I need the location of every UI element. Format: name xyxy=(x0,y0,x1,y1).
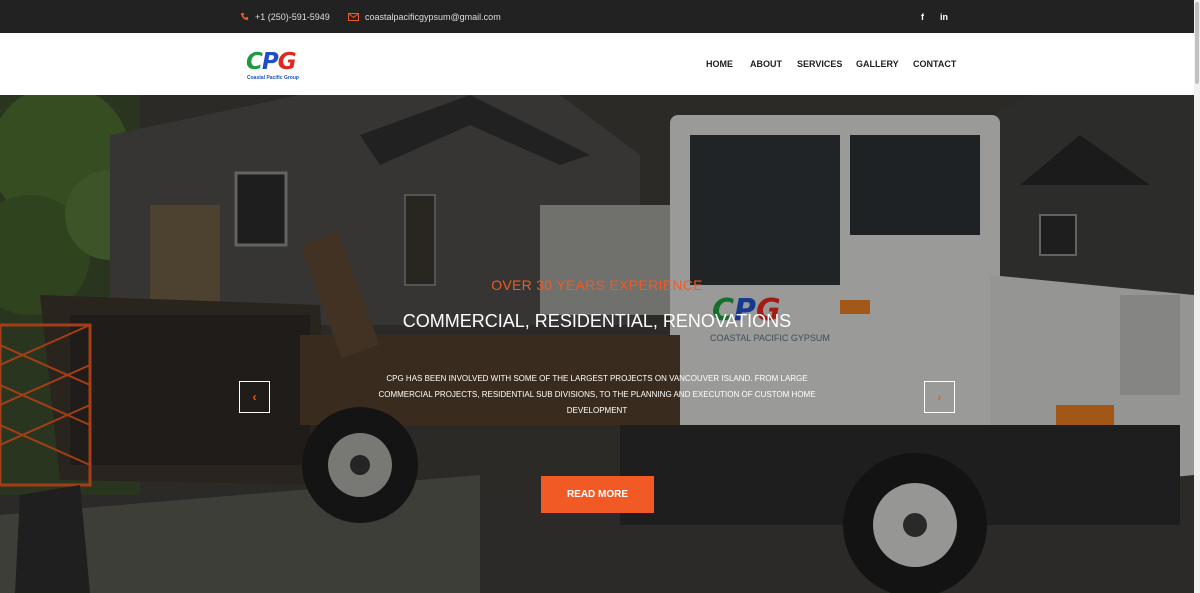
site-header: CPG Coastal Pacific Group HOME ABOUT SER… xyxy=(0,33,1194,95)
phone-icon xyxy=(240,12,249,21)
hero-slider: CPG COASTAL PACIFIC GYPSUM OVER 30 YEARS… xyxy=(0,95,1194,593)
nav-about[interactable]: ABOUT xyxy=(750,33,782,95)
logo-letter-c: C xyxy=(246,49,263,75)
chevron-right-icon: › xyxy=(937,390,942,404)
chevron-left-icon: ‹ xyxy=(252,390,257,404)
nav-services[interactable]: SERVICES xyxy=(797,33,842,95)
nav-gallery[interactable]: GALLERY xyxy=(856,33,899,95)
linkedin-icon[interactable]: in xyxy=(940,0,948,33)
nav-home[interactable]: HOME xyxy=(706,33,733,95)
logo-letters: CPG xyxy=(246,49,297,75)
hero-headline: COMMERCIAL, RESIDENTIAL, RENOVATIONS xyxy=(402,311,792,331)
logo-tagline: Coastal Pacific Group xyxy=(247,75,299,81)
page-scrollbar[interactable] xyxy=(1194,0,1200,593)
phone-contact[interactable]: +1 (250)-591-5949 xyxy=(240,0,330,33)
hero-body-text: CPG HAS BEEN INVOLVED WITH SOME OF THE L… xyxy=(378,374,816,415)
slider-next-button[interactable]: › xyxy=(924,381,955,413)
email-contact[interactable]: coastalpacificgypsum@gmail.com xyxy=(348,0,501,33)
logo-letter-g: G xyxy=(277,49,297,75)
top-contact-bar: +1 (250)-591-5949 coastalpacificgypsum@g… xyxy=(0,0,1194,33)
scrollbar-thumb[interactable] xyxy=(1195,2,1199,84)
email-address: coastalpacificgypsum@gmail.com xyxy=(365,11,501,22)
slider-prev-button[interactable]: ‹ xyxy=(239,381,270,413)
phone-number: +1 (250)-591-5949 xyxy=(255,11,330,22)
hero-kicker: OVER 30 YEARS EXPERIENCE xyxy=(491,277,703,293)
hero-dark-overlay xyxy=(0,95,1194,593)
facebook-icon[interactable]: f xyxy=(921,0,924,33)
nav-contact[interactable]: CONTACT xyxy=(913,33,956,95)
read-more-button[interactable]: READ MORE xyxy=(541,476,654,513)
cpg-logo[interactable]: CPG Coastal Pacific Group xyxy=(246,49,316,83)
envelope-icon xyxy=(348,12,359,21)
logo-letter-p: P xyxy=(261,49,279,75)
